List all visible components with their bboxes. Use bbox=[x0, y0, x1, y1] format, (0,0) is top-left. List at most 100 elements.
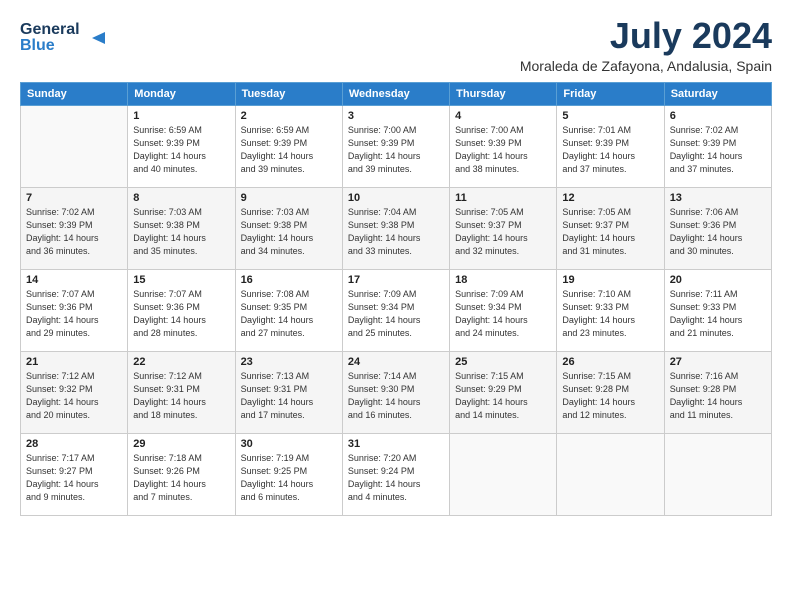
table-row: 3 Sunrise: 7:00 AM Sunset: 9:39 PM Daylig… bbox=[342, 105, 449, 187]
day-number: 2 bbox=[241, 110, 337, 122]
calendar-week-row: 28Sunrise: 7:17 AM Sunset: 9:27 PM Dayli… bbox=[21, 433, 772, 515]
day-info: Sunrise: 7:03 AM Sunset: 9:38 PM Dayligh… bbox=[133, 206, 229, 258]
day-info: Sunrise: 7:14 AM Sunset: 9:30 PM Dayligh… bbox=[348, 370, 444, 422]
day-number: 4 bbox=[455, 110, 551, 122]
col-friday: Friday bbox=[557, 82, 664, 105]
day-number: 29 bbox=[133, 438, 229, 450]
logo-icon: General Blue bbox=[20, 16, 110, 54]
svg-text:General: General bbox=[20, 21, 80, 38]
day-number: 10 bbox=[348, 192, 444, 204]
table-row: 29 Sunrise: 7:18 AM Sunset: 9:26 PM Dayli… bbox=[128, 433, 235, 515]
day-info: Sunrise: 7:10 AM Sunset: 9:33 PM Dayligh… bbox=[562, 288, 658, 340]
day-info: Sunrise: 7:00 AM Sunset: 9:39 PM Dayligh… bbox=[348, 124, 444, 176]
table-row: 23Sunrise: 7:13 AM Sunset: 9:31 PM Dayli… bbox=[235, 351, 342, 433]
day-info: Sunrise: 7:12 AM Sunset: 9:31 PM Dayligh… bbox=[133, 370, 229, 422]
logo: General Blue bbox=[20, 16, 110, 56]
table-row: 24 Sunrise: 7:14 AM Sunset: 9:30 PM Dayli… bbox=[342, 351, 449, 433]
day-number: 11 bbox=[455, 192, 551, 204]
day-number: 17 bbox=[348, 274, 444, 286]
table-row bbox=[21, 105, 128, 187]
table-row: 2 Sunrise: 6:59 AM Sunset: 9:39 PM Daylig… bbox=[235, 105, 342, 187]
day-number: 3 bbox=[348, 110, 444, 122]
day-number: 20 bbox=[670, 274, 766, 286]
table-row bbox=[664, 433, 771, 515]
table-row: 9 Sunrise: 7:03 AM Sunset: 9:38 PM Daylig… bbox=[235, 187, 342, 269]
col-saturday: Saturday bbox=[664, 82, 771, 105]
table-row: 4 Sunrise: 7:00 AM Sunset: 9:39 PM Daylig… bbox=[450, 105, 557, 187]
day-info: Sunrise: 7:03 AM Sunset: 9:38 PM Dayligh… bbox=[241, 206, 337, 258]
day-info: Sunrise: 7:06 AM Sunset: 9:36 PM Dayligh… bbox=[670, 206, 766, 258]
day-number: 5 bbox=[562, 110, 658, 122]
day-number: 12 bbox=[562, 192, 658, 204]
day-number: 13 bbox=[670, 192, 766, 204]
day-number: 8 bbox=[133, 192, 229, 204]
table-row: 12Sunrise: 7:05 AM Sunset: 9:37 PM Dayli… bbox=[557, 187, 664, 269]
table-row: 11 Sunrise: 7:05 AM Sunset: 9:37 PM Dayli… bbox=[450, 187, 557, 269]
day-number: 19 bbox=[562, 274, 658, 286]
col-sunday: Sunday bbox=[21, 82, 128, 105]
subtitle: Moraleda de Zafayona, Andalusia, Spain bbox=[520, 58, 772, 74]
table-row: 18 Sunrise: 7:09 AM Sunset: 9:34 PM Dayli… bbox=[450, 269, 557, 351]
day-number: 1 bbox=[133, 110, 229, 122]
day-info: Sunrise: 7:20 AM Sunset: 9:24 PM Dayligh… bbox=[348, 452, 444, 504]
day-number: 16 bbox=[241, 274, 337, 286]
day-info: Sunrise: 7:12 AM Sunset: 9:32 PM Dayligh… bbox=[26, 370, 122, 422]
calendar-week-row: 1 Sunrise: 6:59 AM Sunset: 9:39 PM Daylig… bbox=[21, 105, 772, 187]
day-number: 24 bbox=[348, 356, 444, 368]
page: General Blue July 2024 Moraleda de Zafay… bbox=[0, 0, 792, 612]
table-row: 1 Sunrise: 6:59 AM Sunset: 9:39 PM Daylig… bbox=[128, 105, 235, 187]
day-info: Sunrise: 6:59 AM Sunset: 9:39 PM Dayligh… bbox=[133, 124, 229, 176]
table-row: 14 Sunrise: 7:07 AM Sunset: 9:36 PM Dayli… bbox=[21, 269, 128, 351]
table-row bbox=[450, 433, 557, 515]
day-number: 14 bbox=[26, 274, 122, 286]
day-info: Sunrise: 7:00 AM Sunset: 9:39 PM Dayligh… bbox=[455, 124, 551, 176]
day-number: 30 bbox=[241, 438, 337, 450]
day-info: Sunrise: 7:09 AM Sunset: 9:34 PM Dayligh… bbox=[348, 288, 444, 340]
day-info: Sunrise: 7:07 AM Sunset: 9:36 PM Dayligh… bbox=[26, 288, 122, 340]
day-info: Sunrise: 7:05 AM Sunset: 9:37 PM Dayligh… bbox=[455, 206, 551, 258]
day-number: 22 bbox=[133, 356, 229, 368]
day-info: Sunrise: 7:18 AM Sunset: 9:26 PM Dayligh… bbox=[133, 452, 229, 504]
day-number: 15 bbox=[133, 274, 229, 286]
day-number: 31 bbox=[348, 438, 444, 450]
calendar-week-row: 14 Sunrise: 7:07 AM Sunset: 9:36 PM Dayli… bbox=[21, 269, 772, 351]
col-tuesday: Tuesday bbox=[235, 82, 342, 105]
day-info: Sunrise: 7:15 AM Sunset: 9:29 PM Dayligh… bbox=[455, 370, 551, 422]
day-number: 9 bbox=[241, 192, 337, 204]
table-row: 6Sunrise: 7:02 AM Sunset: 9:39 PM Daylig… bbox=[664, 105, 771, 187]
table-row: 5 Sunrise: 7:01 AM Sunset: 9:39 PM Daylig… bbox=[557, 105, 664, 187]
day-info: Sunrise: 7:11 AM Sunset: 9:33 PM Dayligh… bbox=[670, 288, 766, 340]
day-number: 21 bbox=[26, 356, 122, 368]
day-info: Sunrise: 7:15 AM Sunset: 9:28 PM Dayligh… bbox=[562, 370, 658, 422]
calendar-header-row: Sunday Monday Tuesday Wednesday Thursday… bbox=[21, 82, 772, 105]
main-title: July 2024 bbox=[520, 16, 772, 56]
day-info: Sunrise: 7:08 AM Sunset: 9:35 PM Dayligh… bbox=[241, 288, 337, 340]
day-number: 27 bbox=[670, 356, 766, 368]
table-row: 28Sunrise: 7:17 AM Sunset: 9:27 PM Dayli… bbox=[21, 433, 128, 515]
table-row: 20 Sunrise: 7:11 AM Sunset: 9:33 PM Dayli… bbox=[664, 269, 771, 351]
day-info: Sunrise: 6:59 AM Sunset: 9:39 PM Dayligh… bbox=[241, 124, 337, 176]
day-info: Sunrise: 7:02 AM Sunset: 9:39 PM Dayligh… bbox=[26, 206, 122, 258]
table-row: 30 Sunrise: 7:19 AM Sunset: 9:25 PM Dayli… bbox=[235, 433, 342, 515]
table-row: 31 Sunrise: 7:20 AM Sunset: 9:24 PM Dayli… bbox=[342, 433, 449, 515]
day-number: 28 bbox=[26, 438, 122, 450]
table-row: 15Sunrise: 7:07 AM Sunset: 9:36 PM Dayli… bbox=[128, 269, 235, 351]
calendar-week-row: 21 Sunrise: 7:12 AM Sunset: 9:32 PM Dayli… bbox=[21, 351, 772, 433]
day-info: Sunrise: 7:13 AM Sunset: 9:31 PM Dayligh… bbox=[241, 370, 337, 422]
table-row: 8 Sunrise: 7:03 AM Sunset: 9:38 PM Daylig… bbox=[128, 187, 235, 269]
table-row: 17 Sunrise: 7:09 AM Sunset: 9:34 PM Dayli… bbox=[342, 269, 449, 351]
table-row: 27 Sunrise: 7:16 AM Sunset: 9:28 PM Dayli… bbox=[664, 351, 771, 433]
table-row: 19 Sunrise: 7:10 AM Sunset: 9:33 PM Dayli… bbox=[557, 269, 664, 351]
day-info: Sunrise: 7:16 AM Sunset: 9:28 PM Dayligh… bbox=[670, 370, 766, 422]
calendar-table: Sunday Monday Tuesday Wednesday Thursday… bbox=[20, 82, 772, 516]
day-number: 6 bbox=[670, 110, 766, 122]
table-row: 7Sunrise: 7:02 AM Sunset: 9:39 PM Daylig… bbox=[21, 187, 128, 269]
calendar-week-row: 7Sunrise: 7:02 AM Sunset: 9:39 PM Daylig… bbox=[21, 187, 772, 269]
col-monday: Monday bbox=[128, 82, 235, 105]
day-info: Sunrise: 7:19 AM Sunset: 9:25 PM Dayligh… bbox=[241, 452, 337, 504]
table-row: 10Sunrise: 7:04 AM Sunset: 9:38 PM Dayli… bbox=[342, 187, 449, 269]
day-info: Sunrise: 7:01 AM Sunset: 9:39 PM Dayligh… bbox=[562, 124, 658, 176]
day-number: 18 bbox=[455, 274, 551, 286]
day-info: Sunrise: 7:09 AM Sunset: 9:34 PM Dayligh… bbox=[455, 288, 551, 340]
table-row: 21 Sunrise: 7:12 AM Sunset: 9:32 PM Dayli… bbox=[21, 351, 128, 433]
